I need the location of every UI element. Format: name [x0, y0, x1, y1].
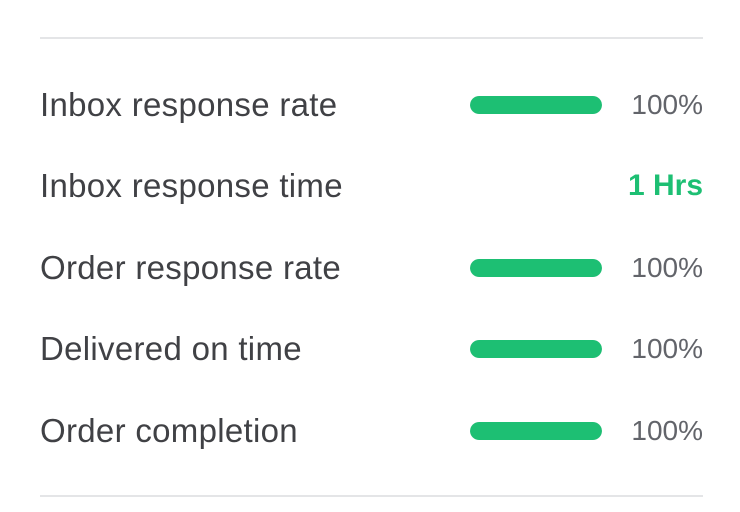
- stat-right: 1 Hrs: [628, 146, 703, 228]
- progress-bar: [470, 95, 602, 114]
- seller-stats-list: Inbox response rate 100% Inbox response …: [40, 64, 703, 472]
- progress-bar: [470, 258, 602, 277]
- stat-row-delivered-on-time: Delivered on time 100%: [40, 309, 703, 391]
- progress-bar-fill: [470, 340, 602, 359]
- stat-label: Delivered on time: [40, 330, 302, 368]
- top-divider: [40, 37, 703, 39]
- stat-value: 100%: [631, 88, 703, 120]
- stat-label: Inbox response time: [40, 167, 343, 205]
- stat-right: 100%: [470, 309, 703, 391]
- stat-row-order-completion: Order completion 100%: [40, 390, 703, 472]
- stat-row-order-response-rate: Order response rate 100%: [40, 227, 703, 309]
- stat-row-inbox-response-time: Inbox response time 1 Hrs: [40, 146, 703, 228]
- stat-right: 100%: [470, 390, 703, 472]
- stat-row-inbox-response-rate: Inbox response rate 100%: [40, 64, 703, 146]
- progress-bar-fill: [470, 258, 602, 277]
- bottom-divider: [40, 495, 703, 497]
- stat-right: 100%: [470, 227, 703, 309]
- stat-label: Inbox response rate: [40, 85, 338, 123]
- progress-bar-fill: [470, 95, 602, 114]
- stat-right: 100%: [470, 64, 703, 146]
- progress-bar-fill: [470, 421, 602, 440]
- progress-bar: [470, 421, 602, 440]
- stat-value: 100%: [631, 251, 703, 283]
- stat-label: Order completion: [40, 411, 298, 449]
- stat-value: 100%: [631, 333, 703, 365]
- progress-bar: [470, 340, 602, 359]
- stat-label: Order response rate: [40, 248, 342, 286]
- response-time-value: 1 Hrs: [627, 169, 703, 203]
- stat-value: 100%: [631, 414, 703, 446]
